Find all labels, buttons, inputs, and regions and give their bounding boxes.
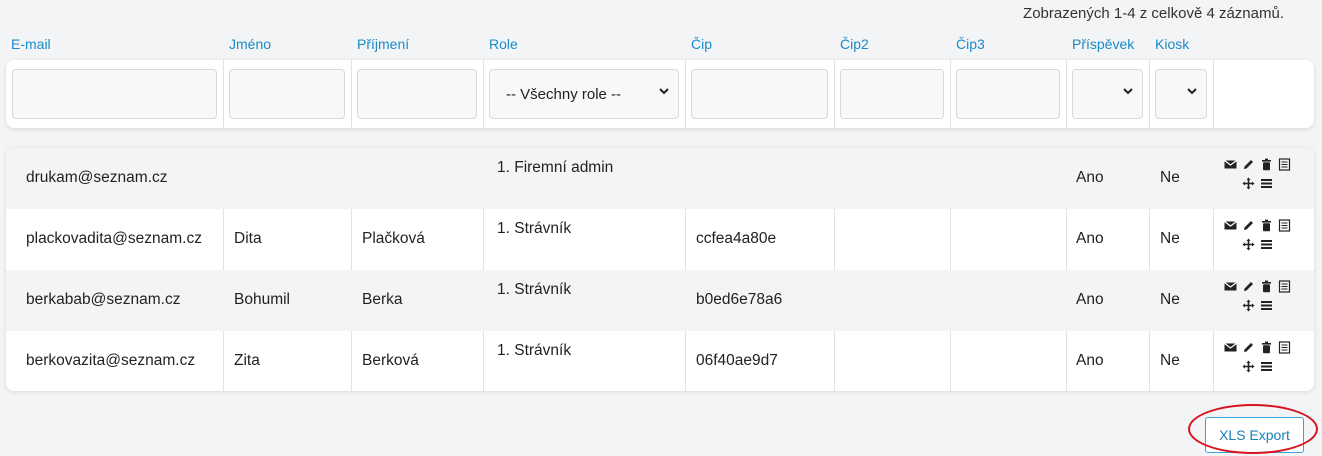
table-row: plackovadita@seznam.cz Dita Plačková 1. Str… <box>6 209 1314 270</box>
cell-kiosk: Ne <box>1160 291 1180 308</box>
cell-email: drukam@seznam.cz <box>26 169 168 186</box>
prijmeni-filter-input[interactable] <box>357 69 477 119</box>
cell-prispevek: Ano <box>1076 169 1104 186</box>
cell-prijmeni: Berková <box>362 352 419 369</box>
cell-role: 1. Strávník <box>497 281 572 298</box>
pencil-icon[interactable] <box>1242 219 1255 237</box>
list-icon[interactable] <box>1278 341 1291 359</box>
row-actions <box>1222 341 1292 378</box>
header-prijmeni[interactable]: Příjmení <box>357 36 409 52</box>
menu-icon[interactable] <box>1260 238 1273 256</box>
role-filter-select[interactable]: -- Všechny role -- <box>489 69 679 119</box>
cell-role: 1. Strávník <box>497 220 572 237</box>
chevron-down-icon <box>1186 85 1198 100</box>
kiosk-filter-select[interactable] <box>1155 69 1207 119</box>
column-divider <box>483 60 484 128</box>
records-summary: Zobrazených 1-4 z celkově 4 záznamů. <box>1023 5 1284 22</box>
trash-icon[interactable] <box>1260 219 1273 237</box>
row-actions <box>1222 280 1292 317</box>
table-row: berkabab@seznam.cz Bohumil Berka 1. Strávní… <box>6 270 1314 331</box>
column-divider <box>1149 60 1150 128</box>
header-kiosk[interactable]: Kiosk <box>1155 36 1189 52</box>
move-icon[interactable] <box>1242 299 1255 317</box>
cip2-filter-input[interactable] <box>840 69 944 119</box>
column-headers: E-mail Jméno Příjmení Role Čip Čip2 Čip3… <box>0 36 1322 54</box>
cell-jmeno: Dita <box>234 230 262 247</box>
row-actions <box>1222 219 1292 256</box>
move-icon[interactable] <box>1242 238 1255 256</box>
email-filter-input[interactable] <box>12 69 217 119</box>
cell-prijmeni: Berka <box>362 291 403 308</box>
menu-icon[interactable] <box>1260 360 1273 378</box>
header-cip2[interactable]: Čip2 <box>840 36 869 52</box>
column-divider <box>1213 60 1214 128</box>
cell-prispevek: Ano <box>1076 291 1104 308</box>
cell-kiosk: Ne <box>1160 169 1180 186</box>
cell-cip: ccfea4a80e <box>696 230 777 247</box>
pencil-icon[interactable] <box>1242 341 1255 359</box>
menu-icon[interactable] <box>1260 177 1273 195</box>
column-divider <box>950 60 951 128</box>
pencil-icon[interactable] <box>1242 280 1255 298</box>
cip3-filter-input[interactable] <box>956 69 1060 119</box>
cell-cip: b0ed6e78a6 <box>696 291 783 308</box>
cell-role: 1. Firemní admin <box>497 159 614 176</box>
move-icon[interactable] <box>1242 360 1255 378</box>
row-actions <box>1222 158 1292 195</box>
table-row: berkovazita@seznam.cz Zita Berková 1. Stráv… <box>6 331 1314 391</box>
column-divider <box>685 60 686 128</box>
filter-row: -- Všechny role -- <box>6 60 1314 128</box>
header-prispevek[interactable]: Příspěvek <box>1072 36 1134 52</box>
cell-prijmeni: Plačková <box>362 230 425 247</box>
list-icon[interactable] <box>1278 280 1291 298</box>
envelope-icon[interactable] <box>1223 219 1237 237</box>
envelope-icon[interactable] <box>1223 280 1237 298</box>
cell-email: plackovadita@seznam.cz <box>26 230 202 247</box>
cell-email: berkovazita@seznam.cz <box>26 352 196 369</box>
envelope-icon[interactable] <box>1223 341 1237 359</box>
table-row: drukam@seznam.cz 1. Firemní admin Ano Ne <box>6 148 1314 209</box>
envelope-icon[interactable] <box>1223 158 1237 176</box>
prispevek-filter-select[interactable] <box>1072 69 1143 119</box>
header-jmeno[interactable]: Jméno <box>229 36 271 52</box>
cip-filter-input[interactable] <box>691 69 828 119</box>
move-icon[interactable] <box>1242 177 1255 195</box>
users-table: drukam@seznam.cz 1. Firemní admin Ano Ne pla… <box>6 148 1314 391</box>
list-icon[interactable] <box>1278 219 1291 237</box>
column-divider <box>834 60 835 128</box>
trash-icon[interactable] <box>1260 341 1273 359</box>
cell-kiosk: Ne <box>1160 230 1180 247</box>
column-divider <box>351 60 352 128</box>
chevron-down-icon <box>1122 85 1134 100</box>
cell-prispevek: Ano <box>1076 352 1104 369</box>
header-cip3[interactable]: Čip3 <box>956 36 985 52</box>
header-role[interactable]: Role <box>489 36 518 52</box>
role-filter-value: -- Všechny role -- <box>506 86 622 103</box>
header-cip[interactable]: Čip <box>691 36 712 52</box>
cell-jmeno: Zita <box>234 352 260 369</box>
column-divider <box>1066 60 1067 128</box>
cell-role: 1. Strávník <box>497 342 572 359</box>
xls-export-button[interactable]: XLS Export <box>1205 417 1304 453</box>
cell-kiosk: Ne <box>1160 352 1180 369</box>
cell-cip: 06f40ae9d7 <box>696 352 778 369</box>
cell-jmeno: Bohumil <box>234 291 290 308</box>
menu-icon[interactable] <box>1260 299 1273 317</box>
column-divider <box>223 60 224 128</box>
header-email[interactable]: E-mail <box>11 36 51 52</box>
trash-icon[interactable] <box>1260 280 1273 298</box>
pencil-icon[interactable] <box>1242 158 1255 176</box>
chevron-down-icon <box>658 85 670 100</box>
trash-icon[interactable] <box>1260 158 1273 176</box>
jmeno-filter-input[interactable] <box>229 69 345 119</box>
cell-prispevek: Ano <box>1076 230 1104 247</box>
cell-email: berkabab@seznam.cz <box>26 291 181 308</box>
list-icon[interactable] <box>1278 158 1291 176</box>
